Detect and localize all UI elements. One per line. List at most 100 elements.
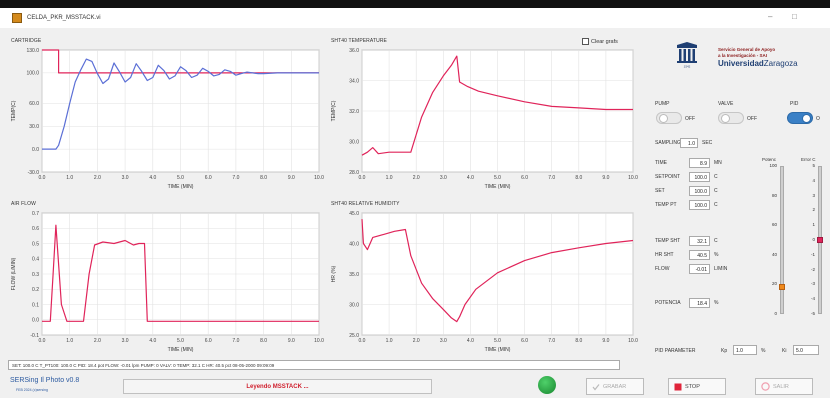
clear-graph-box[interactable] — [582, 38, 589, 45]
running-led — [538, 376, 556, 394]
pid-toggle[interactable] — [787, 112, 813, 124]
x-tick-label: 2.0 — [94, 338, 101, 344]
readout-unit: % — [714, 252, 719, 258]
readout-row: SET 100.0 C — [655, 186, 745, 196]
x-tick-label: 3.0 — [122, 175, 129, 181]
pump-state: OFF — [685, 116, 695, 122]
power-slider-thumb[interactable] — [779, 283, 785, 290]
y-tick-label: 130.0 — [26, 48, 39, 54]
error-slider-thumb[interactable] — [817, 237, 823, 243]
slider-tick-label: 60 — [771, 222, 777, 228]
y-tick-label: 35.0 — [349, 272, 359, 278]
x-tick-label: 2.0 — [413, 338, 420, 344]
x-tick-label: 1.0 — [66, 175, 73, 181]
x-tick-label: 1.0 — [386, 175, 393, 181]
error-slider-label: Error C — [801, 157, 816, 162]
power-slider-track[interactable] — [780, 166, 784, 314]
y-tick-label: 0.1 — [32, 302, 39, 308]
y-axis-label: TEMP(C) — [11, 100, 17, 121]
clear-graph-label: Clear grafs — [591, 38, 618, 45]
sampling-unit: SEC — [702, 140, 713, 146]
readout-unit: MN — [714, 160, 722, 166]
power-slider-label: Potenc — [762, 157, 777, 162]
pid-label: PID — [790, 101, 799, 107]
top-strip — [0, 0, 830, 8]
x-tick-label: 2.0 — [94, 175, 101, 181]
chart-title-sht-temperature: SHT40 TEMPERATURE — [331, 38, 387, 44]
x-tick-label: 6.0 — [521, 338, 528, 344]
readout-unit: C — [714, 188, 718, 194]
x-tick-label: 9.0 — [602, 338, 609, 344]
clear-graph-checkbox[interactable]: Clear grafs — [582, 38, 618, 45]
ki-input[interactable]: 5.0 — [793, 345, 819, 355]
x-tick-label: 0.0 — [359, 338, 366, 344]
x-tick-label: 8.0 — [260, 175, 267, 181]
y-tick-label: 0.4 — [32, 257, 39, 263]
minimize-icon[interactable]: – — [768, 12, 772, 21]
readout-unit: C — [714, 238, 718, 244]
readout-row: TEMP SHT 32.1 C — [655, 236, 745, 246]
x-tick-label: 7.0 — [548, 338, 555, 344]
status-banner-text: Leyendo MSSTACK ... — [246, 383, 309, 390]
x-tick-label: 9.0 — [602, 175, 609, 181]
valve-label: VALVE — [718, 101, 734, 107]
stop-button[interactable]: STOP — [668, 378, 726, 395]
university-logo: 1542 Servicio General de Apoyo a la Inve… — [671, 40, 830, 76]
slider-tick-label: 5 — [812, 163, 815, 168]
y-tick-label: 30.0 — [29, 124, 39, 130]
slider-tick-label: 100 — [769, 163, 777, 168]
y-tick-label: 0.2 — [32, 287, 39, 293]
y-tick-label: -30.0 — [28, 170, 40, 176]
y-tick-label: 45.0 — [349, 211, 359, 217]
x-tick-label: 5.0 — [494, 175, 501, 181]
slider-tick-label: -1 — [810, 251, 815, 257]
pid-state: O — [816, 116, 820, 122]
readout-row: POTENCIA 18.4% — [655, 298, 745, 308]
y-tick-label: 0.0 — [32, 147, 39, 153]
y-tick-label: 30.0 — [349, 139, 359, 145]
x-tick-label: 2.0 — [413, 175, 420, 181]
slider-tick-label: 4 — [812, 177, 815, 183]
pump-toggle[interactable] — [656, 112, 682, 124]
slider-tick-label: 1 — [812, 222, 815, 228]
record-button[interactable]: GRABAR — [586, 378, 644, 395]
readout-label: TIME — [655, 160, 667, 166]
kp-input[interactable]: 1.0 — [733, 345, 757, 355]
title-bar: CELDA_PKR_MSSTACK.vi – □ — [0, 8, 830, 28]
x-tick-label: 10.0 — [628, 338, 638, 344]
readout-row: HR SHT 40.5% — [655, 250, 745, 260]
logo-line-3: UniversidadZaragoza — [718, 59, 798, 68]
readout-label: SETPOINT — [655, 174, 681, 180]
checkmark-icon — [592, 383, 600, 390]
air-flow-chart: 0.0 1.0 2.0 3.0 4.0 5.0 6.0 7.0 8.0 9.0 10.0-0.10.… — [11, 211, 324, 353]
y-tick-label: -0.1 — [30, 333, 39, 339]
x-tick-label: 6.0 — [205, 338, 212, 344]
readout-value: 40.5 — [689, 250, 710, 260]
readout-row: FLOW -0.01 L/MIN — [655, 264, 745, 274]
chart-title-air-flow: AIR FLOW — [11, 201, 36, 207]
x-tick-label: 4.0 — [467, 175, 474, 181]
x-axis-label: TIME (MIN) — [168, 184, 194, 190]
university-emblem-icon: 1542 — [677, 42, 697, 68]
x-tick-label: 5.0 — [494, 338, 501, 344]
y-tick-label: 0.5 — [32, 241, 39, 247]
exit-button[interactable]: SALIR — [755, 378, 813, 395]
ki-label: Ki — [782, 348, 787, 354]
y-tick-label: 32.0 — [349, 109, 359, 115]
valve-toggle[interactable] — [718, 112, 744, 124]
slider-tick-label: 20 — [771, 281, 777, 287]
sampling-row: SAMPLING 1.0 SEC — [655, 138, 725, 148]
pid-parameter-label: PID PARAMETER — [655, 348, 696, 354]
sht-temperature-chart: 0.0 1.0 2.0 3.0 4.0 5.0 6.0 7.0 8.0 9.0 10.0 28.0 30… — [331, 48, 638, 190]
exit-button-label: SALIR — [773, 383, 789, 390]
version-label: SERSing Il Photo v0.8 — [10, 377, 80, 384]
status-line: SET: 100.0 C T_PT100: 100.0 C PID: 18.4 … — [8, 360, 620, 370]
slider-tick-label: 3 — [812, 192, 815, 198]
y-tick-label: 25.0 — [349, 333, 359, 339]
maximize-icon[interactable]: □ — [792, 12, 797, 21]
sampling-input[interactable]: 1.0 — [680, 138, 698, 148]
y-tick-label: 36.0 — [349, 48, 359, 54]
readout-label: TEMP SHT — [655, 238, 681, 244]
kp-label: Kp — [721, 348, 728, 354]
y-tick-label: 0.7 — [32, 211, 39, 217]
